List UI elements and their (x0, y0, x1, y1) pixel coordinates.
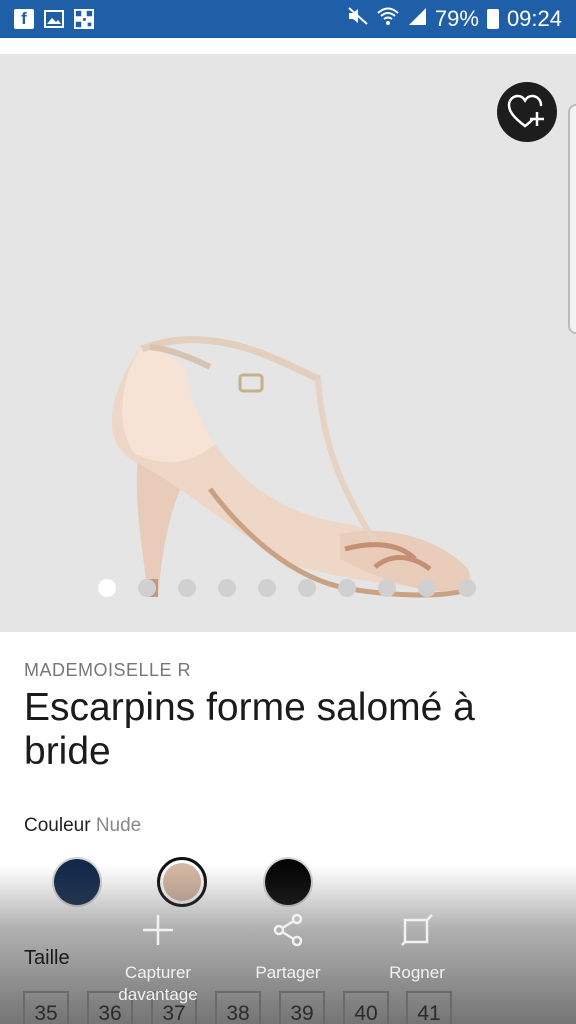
mute-icon (347, 6, 369, 32)
battery-percentage: 79% (434, 6, 479, 31)
signal-icon (407, 6, 427, 32)
size-option[interactable]: 41 (406, 991, 452, 1024)
gallery-dot[interactable] (218, 579, 236, 597)
wifi-icon (377, 6, 399, 32)
heart-plus-icon (507, 94, 544, 128)
battery-icon (486, 9, 499, 29)
size-option[interactable]: 39 (279, 991, 325, 1024)
gallery-dot[interactable] (298, 579, 316, 597)
header-strip (0, 38, 576, 54)
facebook-icon: f (14, 9, 34, 29)
gallery-dot[interactable] (258, 579, 276, 597)
size-option[interactable]: 40 (343, 991, 389, 1024)
gallery-icon (44, 9, 64, 29)
size-option[interactable]: 38 (215, 991, 261, 1024)
qr-code-icon (74, 9, 94, 29)
gallery-dot[interactable] (458, 579, 476, 597)
crop-label: Rogner (389, 963, 445, 982)
share-icon (273, 913, 303, 947)
share-button[interactable]: Partager (228, 912, 348, 984)
color-selector-label: Couleur Nude (24, 815, 141, 837)
size-label: Taille (24, 947, 70, 969)
brand-name: MADEMOISELLE R (24, 660, 192, 680)
product-title: Escarpins forme salomé à bride (24, 686, 475, 773)
capture-more-label: Capturer davantage (118, 963, 198, 1004)
gallery-dot[interactable] (338, 579, 356, 597)
product-image (111, 336, 471, 598)
gallery-pagination (0, 579, 576, 599)
gallery-dot[interactable] (378, 579, 396, 597)
gallery-dot[interactable] (98, 579, 116, 597)
status-bar: f 79% 09:24 (0, 0, 576, 38)
gallery-dot[interactable] (178, 579, 196, 597)
side-panel-handle[interactable] (568, 104, 576, 334)
gallery-dot[interactable] (418, 579, 436, 597)
plus-icon (143, 915, 173, 945)
color-label: Couleur (24, 815, 91, 836)
clock: 09:24 (506, 6, 562, 31)
size-option[interactable]: 35 (23, 991, 69, 1024)
product-image-gallery[interactable] (0, 54, 576, 632)
crop-icon (401, 914, 433, 946)
crop-button[interactable]: Rogner (357, 912, 477, 984)
color-value: Nude (95, 815, 142, 836)
capture-more-button[interactable]: Capturer davantage (98, 912, 218, 1006)
add-to-wishlist-button[interactable] (497, 82, 557, 142)
share-label: Partager (255, 963, 321, 982)
gallery-dot[interactable] (138, 579, 156, 597)
